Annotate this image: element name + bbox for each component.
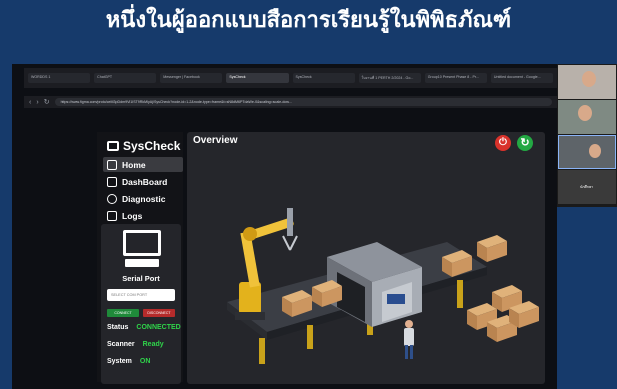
forward-icon[interactable]: › xyxy=(36,99,38,106)
shared-screen: WORDDS 1 ChatGPT Messenger | Facebook Sy… xyxy=(12,64,557,389)
refresh-button[interactable]: ↻ xyxy=(517,135,533,151)
sidebar-item-home[interactable]: Home xyxy=(103,157,183,172)
logo-icon xyxy=(107,141,119,151)
diagnostic-icon xyxy=(107,193,117,204)
reload-icon[interactable]: ↻ xyxy=(44,99,50,106)
scanner-value: Ready xyxy=(142,341,164,348)
participant-tile[interactable] xyxy=(558,65,616,99)
sidebar-item-label: Logs xyxy=(122,210,143,221)
sidebar-item-diagnostic[interactable]: Diagnostic xyxy=(103,191,183,206)
factory-illustration xyxy=(227,208,539,364)
browser-tab[interactable]: ใบงานที่ 1 PERTH 2/2024 - Go... xyxy=(358,73,421,83)
brand: SysCheck xyxy=(107,139,180,153)
participant-tile[interactable]: นักศึกษา xyxy=(558,170,616,204)
status-value: CONNECTED xyxy=(136,324,181,331)
dashboard-icon xyxy=(107,176,117,187)
power-button[interactable]: ⏻ xyxy=(495,135,511,151)
status-row: Status CONNECTED xyxy=(107,324,181,331)
worker-figure xyxy=(404,320,414,359)
participant-tile[interactable] xyxy=(558,100,616,134)
sidebar-item-label: Diagnostic xyxy=(122,193,166,204)
sidebar-item-label: Home xyxy=(122,159,146,170)
connect-button[interactable]: CONNECT xyxy=(107,309,139,317)
scanner-key: Scanner xyxy=(107,341,135,348)
participant-avatar xyxy=(578,105,592,121)
power-icon: ⏻ xyxy=(499,137,507,148)
system-value: ON xyxy=(139,358,151,365)
system-row: System ON xyxy=(107,358,150,365)
participant-name: นักศึกษา xyxy=(580,185,594,189)
status-key: Status xyxy=(107,324,129,331)
sidebar-item-dashboard[interactable]: DashBoard xyxy=(103,174,183,189)
home-icon xyxy=(107,159,117,170)
serial-port-title: Serial Port xyxy=(122,274,160,283)
participant-avatar xyxy=(589,144,601,158)
syscheck-app: SysCheck Home DashBoard Diagnostic Logs xyxy=(97,132,547,384)
browser-tab[interactable]: SysCheck xyxy=(292,73,355,83)
com-port-select[interactable]: SELECT COM PORT xyxy=(107,289,175,301)
browser-tab[interactable]: WORDDS 1 xyxy=(28,73,91,83)
sidebar-item-label: DashBoard xyxy=(122,176,168,187)
disconnect-button[interactable]: DISCONNECT xyxy=(143,309,175,317)
browser-tab[interactable]: Messenger | Facebook xyxy=(160,73,223,83)
browser-tab[interactable]: Untitled document - Google... xyxy=(490,73,553,83)
back-icon[interactable]: ‹ xyxy=(29,99,31,106)
slide-title: หนึ่งในผู้ออกแบบสือการเรียนรู้ในพิพิธภัณ… xyxy=(105,8,512,33)
overview-panel: Overview ⏻ ↻ xyxy=(187,132,545,384)
computer-icon xyxy=(123,230,161,268)
video-call-panel: นักศึกษา xyxy=(557,64,617,207)
url-input[interactable]: https://www.figma.com/proto/ceM3pDdm9Vi1… xyxy=(54,98,552,106)
participant-tile[interactable] xyxy=(558,135,616,169)
sidebar: SysCheck Home DashBoard Diagnostic Logs xyxy=(97,132,183,384)
sidebar-item-logs[interactable]: Logs xyxy=(103,208,183,223)
participant-avatar xyxy=(582,71,596,87)
browser-tab-active[interactable]: SysCheck xyxy=(226,73,289,83)
browser-tab-bar: WORDDS 1 ChatGPT Messenger | Facebook Sy… xyxy=(24,68,557,88)
brand-name: SysCheck xyxy=(123,139,181,153)
browser-tab[interactable]: Group10 Present Phase 8 - Pr... xyxy=(424,73,487,83)
logs-icon xyxy=(107,210,117,221)
refresh-icon: ↻ xyxy=(520,137,530,149)
page-title: Overview xyxy=(193,135,238,146)
browser-tab[interactable]: ChatGPT xyxy=(94,73,157,83)
serial-port-card: Serial Port SELECT COM PORT CONNECT DISC… xyxy=(101,224,181,384)
address-bar: ‹ › ↻ https://www.figma.com/proto/ceM3pD… xyxy=(24,96,557,108)
system-key: System xyxy=(107,358,132,365)
scanner-row: Scanner Ready xyxy=(107,341,164,348)
